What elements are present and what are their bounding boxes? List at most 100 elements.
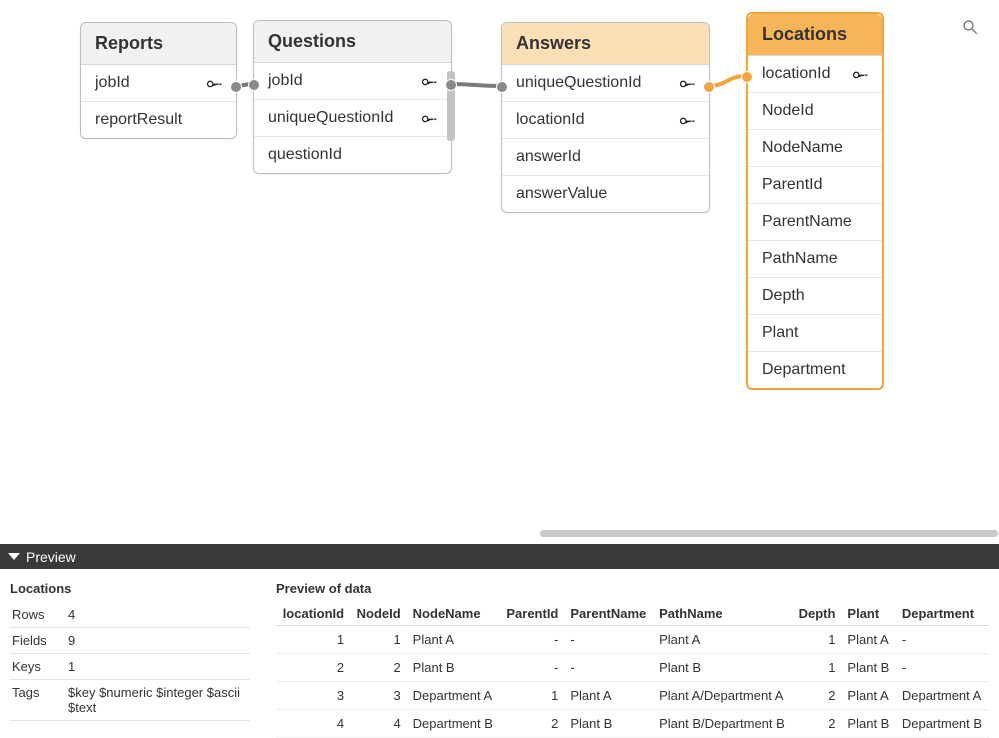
- entity-header[interactable]: Reports: [81, 23, 236, 65]
- entity-header[interactable]: Locations: [748, 14, 882, 56]
- field-label: Depth: [762, 287, 868, 305]
- entity-field[interactable]: uniqueQuestionId: [502, 65, 709, 102]
- entity-field[interactable]: Department: [748, 352, 882, 388]
- entity-answers[interactable]: Answers uniqueQuestionId locationId answerI…: [501, 22, 710, 213]
- table-cell: 2: [500, 710, 565, 738]
- col-header[interactable]: NodeId: [350, 602, 407, 626]
- col-header[interactable]: Department: [896, 602, 989, 626]
- meta-row-keys: Keys 1: [10, 654, 250, 680]
- table-cell: Plant A: [564, 682, 653, 710]
- table-cell: 1: [792, 654, 841, 682]
- field-label: reportResult: [95, 111, 222, 129]
- table-cell: Plant A: [841, 626, 895, 654]
- meta-value: 1: [68, 659, 248, 674]
- entity-field[interactable]: answerValue: [502, 176, 709, 212]
- entity-questions[interactable]: Questions jobId uniqueQuestionId questionId: [253, 20, 452, 174]
- preview-meta: Locations Rows 4 Fields 9 Keys 1 Tags $k…: [10, 581, 250, 724]
- entity-header[interactable]: Answers: [502, 23, 709, 65]
- field-label: locationId: [762, 65, 844, 83]
- col-header[interactable]: Depth: [792, 602, 841, 626]
- model-canvas[interactable]: Reports jobId reportResult Questions jobId un…: [0, 0, 999, 535]
- entity-field[interactable]: locationId: [502, 102, 709, 139]
- preview-data-title: Preview of data: [276, 581, 989, 596]
- entity-field[interactable]: jobId: [81, 65, 236, 102]
- meta-value: 4: [68, 607, 248, 622]
- connector-endpoint[interactable]: [230, 81, 242, 93]
- table-cell: 1: [792, 626, 841, 654]
- table-cell: -: [500, 626, 565, 654]
- entity-field[interactable]: questionId: [254, 137, 451, 173]
- connector-endpoint[interactable]: [741, 71, 753, 83]
- table-cell: Plant A: [653, 626, 792, 654]
- disclosure-triangle-icon: [8, 553, 20, 560]
- table-row[interactable]: 11Plant A--Plant A1Plant A-: [276, 626, 989, 654]
- entity-field[interactable]: answerId: [502, 139, 709, 176]
- key-icon: [679, 112, 695, 128]
- entity-field[interactable]: locationId: [748, 56, 882, 93]
- table-row[interactable]: 22Plant B--Plant B1Plant B-: [276, 654, 989, 682]
- field-label: Department: [762, 361, 868, 379]
- table-cell: 3: [276, 682, 350, 710]
- table-cell: Plant A/Department A: [653, 682, 792, 710]
- col-header[interactable]: ParentName: [564, 602, 653, 626]
- meta-value: 9: [68, 633, 248, 648]
- field-label: Plant: [762, 324, 868, 342]
- entity-locations[interactable]: Locations locationId NodeIdNodeName ParentI…: [746, 12, 884, 390]
- search-icon[interactable]: [961, 18, 979, 39]
- entity-field[interactable]: PathName: [748, 241, 882, 278]
- table-cell: 1: [276, 626, 350, 654]
- table-cell: -: [896, 654, 989, 682]
- connector-endpoint[interactable]: [703, 81, 715, 93]
- entity-field[interactable]: NodeName: [748, 130, 882, 167]
- field-label: ParentId: [762, 176, 868, 194]
- entity-field[interactable]: NodeId: [748, 93, 882, 130]
- horizontal-scrollbar-thumb[interactable]: [540, 530, 998, 537]
- table-cell: Plant B/Department B: [653, 710, 792, 738]
- table-cell: 2: [792, 682, 841, 710]
- preview-section-header[interactable]: Preview: [0, 544, 999, 569]
- table-cell: Plant B: [407, 654, 500, 682]
- table-cell: 1: [500, 682, 565, 710]
- entity-field[interactable]: Plant: [748, 315, 882, 352]
- meta-key: Fields: [12, 633, 68, 648]
- table-cell: Department A: [407, 682, 500, 710]
- key-icon: [852, 66, 868, 82]
- table-cell: -: [896, 626, 989, 654]
- entity-field[interactable]: uniqueQuestionId: [254, 100, 451, 137]
- preview-panel: Locations Rows 4 Fields 9 Keys 1 Tags $k…: [0, 569, 999, 736]
- table-row[interactable]: 33Department A1Plant APlant A/Department…: [276, 682, 989, 710]
- connector-endpoint[interactable]: [496, 81, 508, 93]
- table-cell: Plant A: [407, 626, 500, 654]
- col-header[interactable]: Plant: [841, 602, 895, 626]
- meta-value: $key $numeric $integer $ascii $text: [68, 685, 248, 715]
- table-cell: Plant A: [841, 682, 895, 710]
- col-header[interactable]: locationId: [276, 602, 350, 626]
- preview-data: Preview of data locationIdNodeIdNodeName…: [276, 581, 989, 724]
- entity-header[interactable]: Questions: [254, 21, 451, 63]
- col-header[interactable]: NodeName: [407, 602, 500, 626]
- entity-reports[interactable]: Reports jobId reportResult: [80, 22, 237, 139]
- connector-endpoint[interactable]: [248, 79, 260, 91]
- table-cell: Plant B: [564, 710, 653, 738]
- meta-row-fields: Fields 9: [10, 628, 250, 654]
- key-icon: [421, 110, 437, 126]
- entity-field[interactable]: Depth: [748, 278, 882, 315]
- field-label: jobId: [95, 74, 198, 92]
- field-label: answerId: [516, 148, 695, 166]
- col-header[interactable]: ParentId: [500, 602, 565, 626]
- entity-field[interactable]: reportResult: [81, 102, 236, 138]
- table-cell: -: [564, 626, 653, 654]
- table-cell: -: [564, 654, 653, 682]
- col-header[interactable]: PathName: [653, 602, 792, 626]
- key-icon: [679, 75, 695, 91]
- entity-field[interactable]: ParentName: [748, 204, 882, 241]
- field-label: uniqueQuestionId: [516, 74, 671, 92]
- table-cell: 4: [350, 710, 407, 738]
- preview-data-table: locationIdNodeIdNodeNameParentIdParentNa…: [276, 602, 989, 738]
- table-row[interactable]: 44Department B2Plant BPlant B/Department…: [276, 710, 989, 738]
- field-label: jobId: [268, 72, 413, 90]
- entity-field[interactable]: jobId: [254, 63, 451, 100]
- field-label: uniqueQuestionId: [268, 109, 413, 127]
- entity-field[interactable]: ParentId: [748, 167, 882, 204]
- connector-endpoint[interactable]: [445, 79, 457, 91]
